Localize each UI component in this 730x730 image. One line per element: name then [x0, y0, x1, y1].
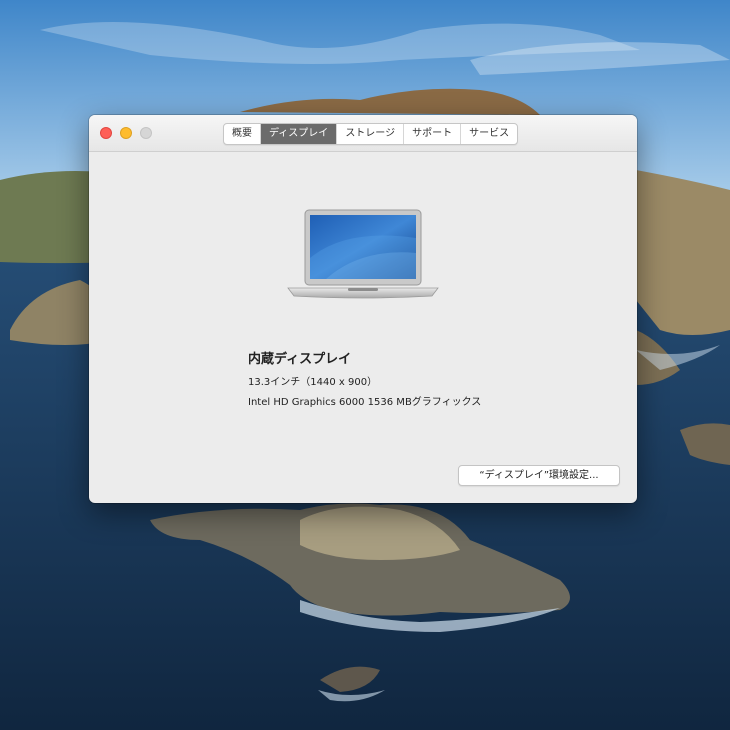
tab-storage[interactable]: ストレージ — [337, 124, 405, 144]
tab-support[interactable]: サポート — [404, 124, 462, 144]
tab-service[interactable]: サービス — [461, 124, 517, 144]
display-graphics: Intel HD Graphics 6000 1536 MBグラフィックス — [248, 397, 482, 408]
about-this-mac-window[interactable]: 概要 ディスプレイ ストレージ サポート サービス 内蔵ディスプレイ 13.3イ… — [89, 115, 637, 503]
tab-overview[interactable]: 概要 — [224, 124, 261, 144]
zoom-button — [140, 127, 152, 139]
window-titlebar[interactable]: 概要 ディスプレイ ストレージ サポート サービス — [89, 115, 637, 152]
macbook-air-icon — [287, 209, 439, 299]
tab-displays[interactable]: ディスプレイ — [261, 124, 338, 144]
minimize-button[interactable] — [120, 127, 132, 139]
display-size: 13.3インチ（1440 x 900） — [248, 377, 378, 388]
display-name: 内蔵ディスプレイ — [248, 352, 352, 367]
display-preferences-button[interactable]: “ディスプレイ”環境設定... — [458, 465, 620, 486]
tab-bar: 概要 ディスプレイ ストレージ サポート サービス — [223, 123, 519, 145]
close-button[interactable] — [100, 127, 112, 139]
